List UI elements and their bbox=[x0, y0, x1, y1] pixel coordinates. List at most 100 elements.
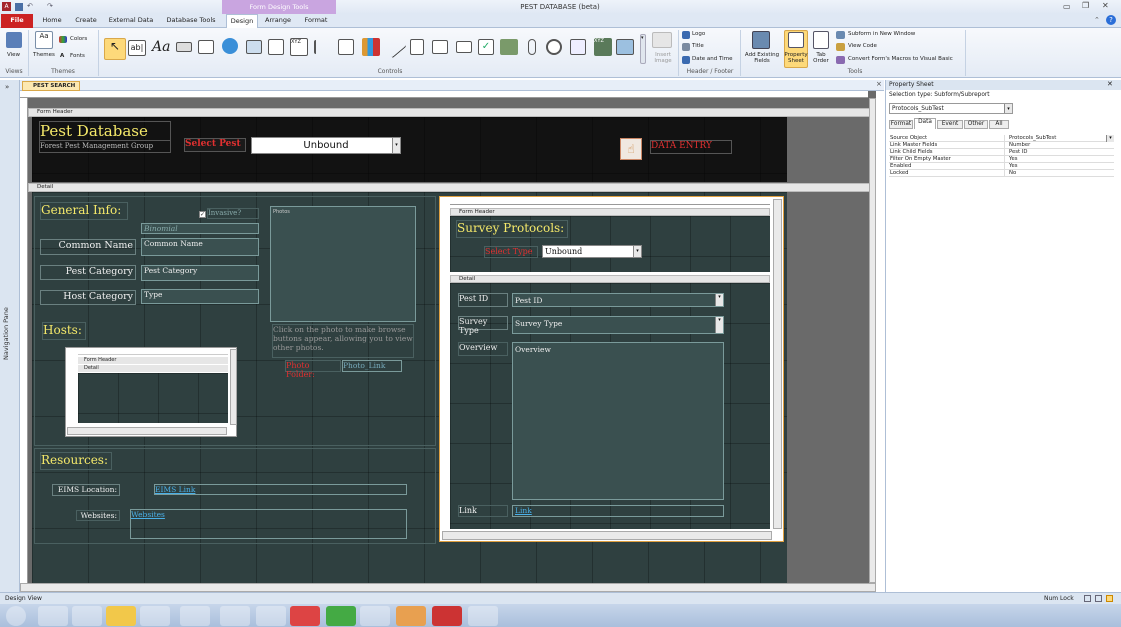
prop-value[interactable]: Yes bbox=[1009, 163, 1018, 170]
unbound-object-icon[interactable] bbox=[500, 39, 518, 55]
pest-category-field[interactable]: Pest Category bbox=[141, 265, 259, 281]
binomial-field[interactable]: Binomial bbox=[141, 223, 259, 234]
pest-category-label[interactable]: Pest Category bbox=[40, 265, 136, 280]
select-type-label[interactable]: Select Type bbox=[484, 246, 538, 258]
prop-value[interactable]: No bbox=[1009, 170, 1016, 177]
prop-value[interactable]: Protocols_SubTest bbox=[1009, 135, 1056, 142]
insert-image-button[interactable]: Insert Image bbox=[651, 52, 675, 64]
subform-icon[interactable] bbox=[570, 39, 586, 55]
prop-row[interactable]: Link Master Fields Number bbox=[889, 142, 1114, 149]
select-tool-icon[interactable]: ↖ bbox=[104, 38, 126, 60]
view-button[interactable]: View bbox=[7, 52, 20, 58]
tab-all-props[interactable]: All bbox=[989, 120, 1009, 129]
detail-band[interactable]: Detail bbox=[28, 183, 876, 192]
tab-data-props[interactable]: Data bbox=[914, 118, 936, 129]
themes-button[interactable]: Themes bbox=[33, 52, 55, 58]
themes-icon[interactable]: Aa bbox=[35, 31, 53, 49]
photos-control[interactable]: Photos bbox=[270, 206, 416, 322]
websites-label[interactable]: Websites: bbox=[76, 510, 120, 521]
prop-value[interactable]: Number bbox=[1009, 142, 1030, 149]
help-icon[interactable]: ? bbox=[1106, 15, 1116, 25]
view-icon[interactable] bbox=[6, 32, 22, 48]
link-label[interactable]: Link bbox=[458, 505, 508, 517]
prop-row[interactable]: Filter On Empty Master Yes bbox=[889, 156, 1114, 163]
label-control-icon[interactable]: Aa bbox=[152, 39, 170, 55]
chevron-down-icon[interactable]: ▾ bbox=[1004, 104, 1012, 113]
form-design-surface[interactable]: Form Header Pest Database Forest Pest Ma… bbox=[20, 91, 876, 583]
title-button[interactable]: Title bbox=[692, 43, 704, 49]
survey-protocols-heading[interactable]: Survey Protocols: bbox=[456, 220, 568, 238]
websites-field[interactable]: Websites bbox=[130, 509, 407, 539]
property-sheet-button[interactable]: Property Sheet bbox=[784, 52, 808, 64]
subform-new-window-button[interactable]: Subform in New Window bbox=[848, 31, 915, 37]
list-box-icon[interactable] bbox=[432, 40, 448, 54]
close-doc-icon[interactable]: × bbox=[876, 80, 882, 88]
taskbar-app-icon[interactable] bbox=[256, 606, 286, 626]
page-break-icon[interactable] bbox=[314, 40, 328, 54]
nav-expand-icon[interactable]: » bbox=[5, 83, 9, 91]
taskbar-app-icon[interactable] bbox=[72, 606, 102, 626]
tab-arrange[interactable]: Arrange bbox=[262, 14, 294, 28]
date-time-button[interactable]: Date and Time bbox=[692, 56, 732, 62]
overview-label[interactable]: Overview bbox=[458, 342, 508, 356]
navigation-pane[interactable]: » Navigation Pane bbox=[0, 80, 20, 592]
start-button-icon[interactable] bbox=[6, 606, 26, 626]
design-view-icon[interactable] bbox=[1106, 595, 1113, 602]
eims-link-field[interactable]: EIMS Link bbox=[154, 484, 407, 495]
prop-value[interactable]: Yes bbox=[1009, 156, 1018, 163]
taskbar-app-icon[interactable] bbox=[140, 606, 170, 626]
controls-more-icon[interactable]: ▾ bbox=[640, 34, 646, 64]
add-existing-fields-button[interactable]: Add Existing Fields bbox=[742, 52, 782, 64]
restore-icon[interactable]: ❐ bbox=[1082, 1, 1089, 10]
general-info-heading[interactable]: General Info: bbox=[40, 202, 128, 220]
redo-icon[interactable]: ↷ bbox=[47, 2, 53, 10]
link-field[interactable]: Link bbox=[512, 505, 724, 517]
chevron-down-icon[interactable]: ▾ bbox=[715, 317, 723, 333]
subform-header-section[interactable]: Survey Protocols: Select Type Unbound ▾ bbox=[450, 216, 770, 272]
select-type-combo[interactable]: Unbound ▾ bbox=[542, 245, 642, 258]
invasive-label[interactable]: Invasive? bbox=[207, 208, 259, 219]
bound-object-icon[interactable]: XYZ bbox=[594, 38, 612, 56]
hosts-subform-vscroll[interactable] bbox=[230, 349, 237, 425]
pest-id-field[interactable]: Pest ID ▾ bbox=[512, 293, 724, 307]
tab-other-props[interactable]: Other bbox=[964, 120, 988, 129]
select-pest-label[interactable]: Select Pest bbox=[184, 138, 246, 152]
survey-type-label[interactable]: Survey Type bbox=[458, 316, 508, 335]
select-pest-combo[interactable]: Unbound ▾ bbox=[251, 137, 401, 154]
data-entry-label[interactable]: DATA ENTRY bbox=[650, 140, 732, 154]
common-name-label[interactable]: Common Name bbox=[40, 239, 136, 255]
prop-row[interactable]: Enabled Yes bbox=[889, 163, 1114, 170]
textbox-control-icon[interactable]: ab| bbox=[128, 40, 146, 56]
tab-database-tools[interactable]: Database Tools bbox=[162, 14, 220, 28]
websites-link[interactable]: Websites bbox=[131, 510, 165, 519]
taskbar-app-icon[interactable] bbox=[220, 606, 250, 626]
prop-row[interactable]: Locked No bbox=[889, 170, 1114, 177]
minimize-icon[interactable]: ▭ bbox=[1063, 2, 1071, 11]
survey-type-field[interactable]: Survey Type ▾ bbox=[512, 316, 724, 334]
web-browser-icon[interactable] bbox=[246, 40, 262, 54]
chart-icon[interactable] bbox=[362, 38, 380, 56]
taskbar-app-icon[interactable] bbox=[106, 606, 136, 626]
taskbar-app-icon[interactable] bbox=[432, 606, 462, 626]
eims-link[interactable]: EIMS Link bbox=[155, 485, 195, 494]
combo-box-icon[interactable] bbox=[338, 39, 354, 55]
data-entry-hand-icon[interactable]: ☝ bbox=[620, 138, 642, 160]
chevron-down-icon[interactable]: ▾ bbox=[1106, 135, 1114, 142]
chevron-down-icon[interactable]: ▾ bbox=[633, 246, 641, 257]
tab-create[interactable]: Create bbox=[72, 14, 100, 28]
hosts-heading[interactable]: Hosts: bbox=[42, 322, 86, 340]
checkbox-control-icon[interactable]: ✓ bbox=[478, 39, 494, 55]
prop-row[interactable]: Link Child Fields Pest ID bbox=[889, 149, 1114, 156]
option-group-icon[interactable]: XYZ bbox=[290, 38, 308, 56]
tab-file[interactable]: File bbox=[1, 14, 33, 28]
add-existing-fields-icon[interactable] bbox=[752, 31, 770, 49]
colors-button[interactable]: Colors bbox=[70, 36, 87, 42]
host-category-label[interactable]: Host Category bbox=[40, 290, 136, 305]
tab-format-props[interactable]: Format bbox=[889, 120, 913, 129]
protocol-link[interactable]: Link bbox=[515, 506, 532, 515]
taskbar-app-icon[interactable] bbox=[396, 606, 426, 626]
tab-design[interactable]: Design bbox=[226, 14, 258, 28]
subform-vscroll[interactable] bbox=[773, 199, 782, 529]
object-selector[interactable]: Protocols_SubTest ▾ bbox=[889, 103, 1013, 114]
pest-id-label[interactable]: Pest ID bbox=[458, 293, 508, 307]
